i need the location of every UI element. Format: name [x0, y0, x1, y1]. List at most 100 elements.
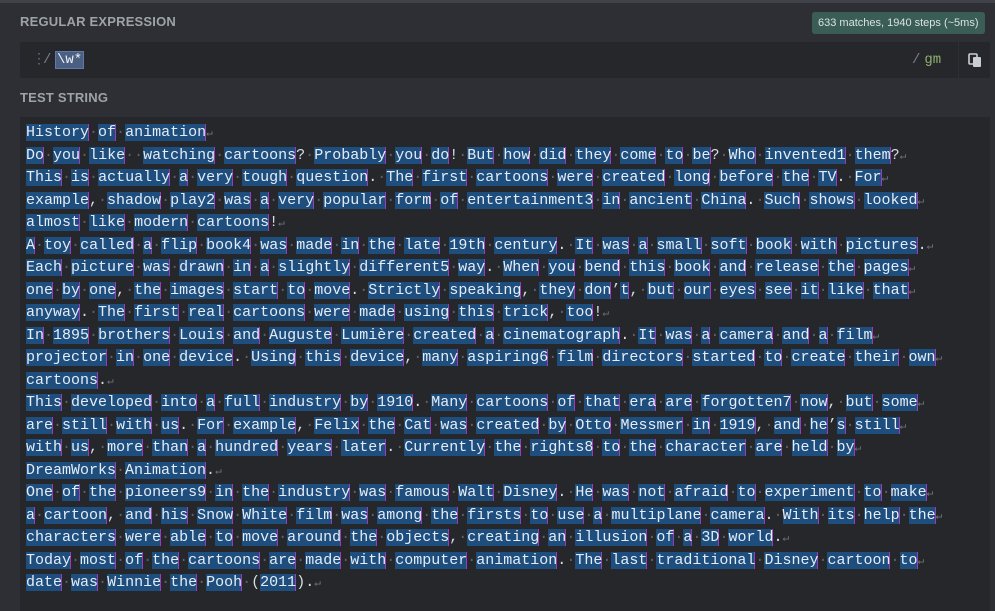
- test-string-line[interactable]: projector·in·one·device.·Using·this·devi…: [26, 347, 990, 370]
- regex-flags[interactable]: / gm: [912, 52, 941, 68]
- regex-match-highlight: a: [206, 394, 216, 411]
- whitespace-marker: ·: [899, 349, 909, 366]
- regex-match-highlight: created: [413, 326, 477, 344]
- regex-match-highlight: multiplane: [611, 506, 702, 524]
- regex-match-highlight: own: [908, 349, 936, 366]
- test-string-line[interactable]: cartoons.↵: [26, 370, 990, 393]
- regex-match-highlight: Walt: [458, 484, 495, 501]
- regex-match-highlight: last: [611, 551, 648, 569]
- test-string-line[interactable]: DreamWorks·Animation.↵: [26, 460, 990, 483]
- whitespace-marker: ·: [116, 551, 126, 569]
- regex-match-highlight: are: [269, 551, 297, 569]
- test-string-line[interactable]: This·developed·into·a·full·industry·by·1…: [26, 392, 990, 415]
- regex-match-highlight: use: [557, 506, 585, 524]
- test-string-line[interactable]: characters·were·able·to·move·around·the·…: [26, 527, 990, 550]
- test-string-line[interactable]: This·is·actually·a·very·tough·question.·…: [26, 167, 990, 190]
- whitespace-marker: ·: [260, 394, 270, 411]
- test-string-line[interactable]: one·by·one,·the·images·start·to·move.·St…: [26, 280, 990, 303]
- newline-marker: ↵: [926, 488, 934, 500]
- whitespace-marker: ·: [566, 484, 576, 501]
- copy-regex-button[interactable]: [958, 42, 991, 78]
- whitespace-marker: ·: [305, 304, 315, 321]
- test-string-line[interactable]: with·us,·more·than·a·hundred·years·later…: [26, 437, 990, 460]
- regex-match-highlight: a: [197, 439, 207, 456]
- newline-marker: ↵: [602, 308, 609, 320]
- whitespace-marker: ·: [89, 124, 99, 141]
- regex-match-highlight: was: [440, 416, 468, 434]
- regex-match-highlight: Louis: [179, 326, 225, 344]
- test-string-line[interactable]: almost·like·modern·cartoons!↵: [26, 212, 990, 235]
- whitespace-marker: ·: [539, 529, 549, 546]
- regex-input-box[interactable]: ⋮ / \w* / gm: [20, 42, 990, 78]
- test-string-editor[interactable]: History·of·animation↵ Do·you·like··watchi…: [20, 117, 990, 611]
- regex-match-highlight: cartoon: [44, 506, 108, 524]
- regex-match-highlight: made: [359, 304, 396, 321]
- test-string-line[interactable]: Today·most·of·the·cartoons·are·made·with…: [26, 550, 990, 573]
- regex-match-highlight: of: [440, 191, 459, 209]
- test-string-line[interactable]: A·toy·called·a·flip·book4·was·made·in·th…: [26, 235, 990, 258]
- whitespace-marker: ·: [467, 416, 477, 434]
- regex-match-highlight: traditional: [656, 551, 756, 569]
- whitespace-marker: ·: [35, 506, 45, 524]
- regex-match-highlight: industry: [278, 484, 351, 501]
- regex-match-highlight: they: [575, 146, 612, 164]
- test-string-content[interactable]: History·of·animation↵ Do·you·like··watchi…: [26, 122, 990, 595]
- whitespace-marker: ·: [395, 439, 405, 456]
- regex-match-highlight: computer: [395, 551, 468, 569]
- whitespace-marker: ·: [269, 259, 279, 276]
- regex-match-highlight: For: [854, 169, 882, 186]
- regex-match-highlight: able: [170, 529, 207, 546]
- regex-match-highlight: an: [548, 529, 567, 546]
- regex-match-highlight: and: [773, 416, 801, 434]
- test-string-line[interactable]: date·was·Winnie·the·Pooh·(2011).↵: [26, 572, 990, 595]
- test-string-line[interactable]: One·of·the·pioneers9·in·the·industry·was…: [26, 482, 990, 505]
- test-string-line[interactable]: Do·you·like··watching·cartoons?·Probably…: [26, 145, 990, 168]
- regex-match-highlight: example: [233, 416, 297, 434]
- test-string-line[interactable]: In·1895·brothers·Louis·and·Auguste·Lumiè…: [26, 325, 990, 348]
- regex-match-highlight: created: [476, 416, 540, 434]
- regex-match-highlight: illusion: [575, 529, 648, 546]
- regex-match-highlight: 19th: [449, 236, 486, 254]
- regex-match-highlight: It: [638, 326, 657, 344]
- regex-match-highlight: with: [350, 551, 387, 569]
- regex-match-highlight: very: [278, 191, 315, 209]
- regex-match-highlight: us: [71, 439, 90, 456]
- regex-match-highlight: and: [719, 259, 747, 276]
- regex-match-highlight: was: [71, 574, 99, 591]
- regex-match-highlight: firsts: [467, 506, 522, 524]
- newline-marker: ↵: [206, 128, 213, 140]
- whitespace-marker: ·: [80, 484, 90, 501]
- whitespace-marker: ·: [242, 574, 252, 591]
- regex-match-highlight: in: [116, 349, 135, 366]
- regex-open-delimiter: /: [43, 52, 52, 68]
- regex-match-highlight: is: [71, 169, 90, 186]
- test-string-line[interactable]: example,·shadow·play2·was·a·very·popular…: [26, 190, 990, 213]
- regex-pattern-input[interactable]: \w*: [55, 51, 85, 69]
- regex-match-highlight: and: [782, 326, 810, 344]
- regex-match-highlight: He: [575, 484, 594, 501]
- test-string-line[interactable]: are·still·with·us.·For·example,·Felix·th…: [26, 415, 990, 438]
- newline-marker: ↵: [215, 465, 222, 478]
- test-string-line[interactable]: a·cartoon,·and·his·Snow·White·film·was·a…: [26, 505, 990, 528]
- regex-match-highlight: a: [179, 169, 189, 186]
- whitespace-marker: ·: [170, 259, 180, 276]
- regex-match-highlight: trick: [503, 304, 549, 321]
- whitespace-marker: ·: [116, 124, 126, 141]
- whitespace-marker: ·: [188, 214, 198, 231]
- whitespace-marker: ·: [134, 259, 144, 276]
- regex-match-highlight: creating: [467, 529, 540, 546]
- test-string-line[interactable]: Each·picture·was·drawn·in·a·slightly·dif…: [26, 257, 990, 280]
- whitespace-marker: ·: [197, 236, 207, 254]
- regex-match-highlight: play2: [170, 191, 216, 209]
- whitespace-marker: ·: [80, 281, 90, 299]
- regex-match-highlight: It: [575, 236, 594, 254]
- test-string-line[interactable]: History·of·animation↵: [26, 122, 990, 145]
- test-string-line[interactable]: anyway.·The·first·real·cartoons·were·mad…: [26, 302, 990, 325]
- regex-match-highlight: was: [143, 259, 171, 276]
- regex-match-highlight: create: [791, 349, 846, 366]
- whitespace-marker: ·: [44, 146, 54, 164]
- regex-match-highlight: how: [503, 146, 531, 164]
- regex-match-highlight: Cat: [404, 416, 432, 434]
- regex-flags-value[interactable]: gm: [924, 52, 941, 68]
- regex-match-highlight: its: [827, 506, 855, 524]
